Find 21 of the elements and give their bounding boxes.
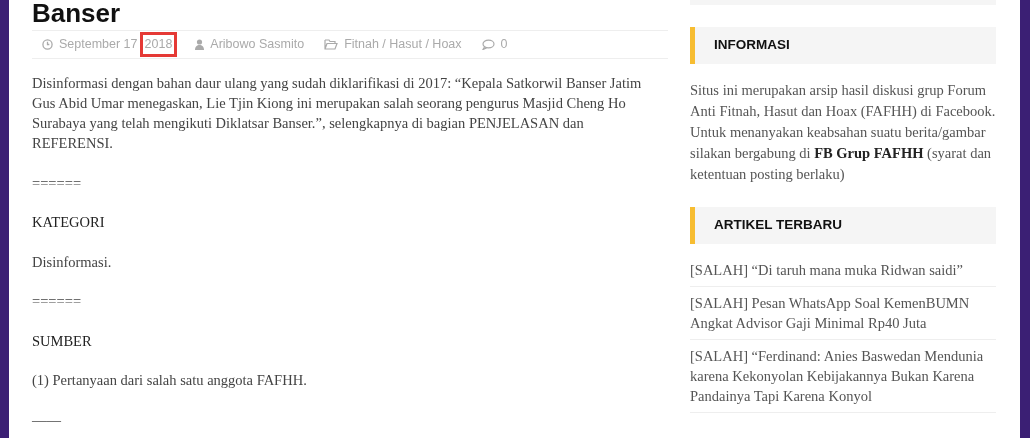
section-heading: SUMBER [32,331,93,351]
year-highlight: 2018 [139,32,178,57]
user-icon [195,39,205,50]
article-link[interactable]: [SALAH] Pesan WhatsApp Soal KemenBUMN Angkat Advisor Gaji Minimal Rp40 Juta [690,287,996,340]
paragraph: (1) Pertanyaan dari salah satu anggota FAFHH. [32,371,308,390]
section-heading: KATEGORI [32,213,106,232]
paragraph: ====== [32,292,83,311]
paragraph: ====== [32,173,83,193]
article-title: Banser [32,0,122,26]
comment-icon [481,39,495,50]
folder-icon [324,39,339,50]
article-link[interactable]: [SALAH] “Di taruh mana muka Ridwan saidi” [690,254,996,287]
widget-text: Situs ini merupakan arsip hasil diskusi grup Forum Anti Fitnah, Hasut dan Hoax (FAFHH) di Facebook. Untuk menanyakan keabsahan suatu berita/gambar silakan bergabung di FB Grup FAFHH (syarat dan ketentuan posting berlaku) [690,81,996,184]
paragraph: Disinformasi dengan bahan daur ulang yang sudah diklarifikasi di 2017: “Kepala Satkorwil Banser Jatim Gus Abid Umar menegaskan, Lie Tjin Kiong ini merupakan salah seorang pengurus Masjid Cheng Ho Surabaya yang telah mengikuti Diklatsar Banser.”, selengkapnya di bagian PENJELASAN dan REFERENSI. [32,74,643,153]
widget-title: ARTIKEL TERBARU [714,216,842,235]
paragraph: —— [32,410,62,430]
clock-icon [42,39,53,50]
paragraph: Disinformasi. [32,252,113,272]
widget-title: INFORMASI [714,36,790,55]
article-link[interactable]: [SALAH] “Ferdinand: Anies Baswedan Mendunia karena Kekonyolan Kebijakannya Bukan Karena Pandainya Tapi Karena Konyol [690,340,996,413]
post-date: September 17 [59,36,138,54]
